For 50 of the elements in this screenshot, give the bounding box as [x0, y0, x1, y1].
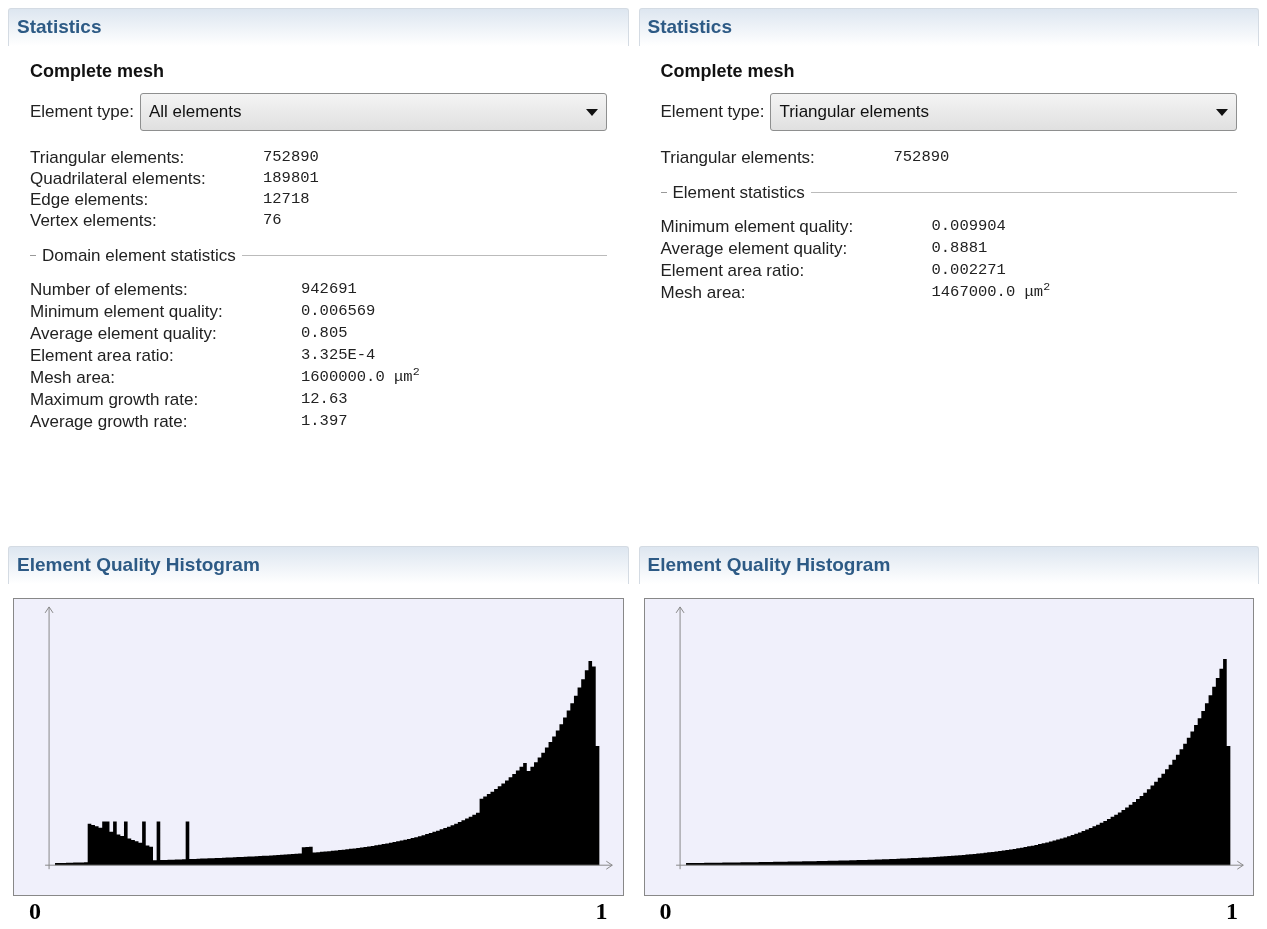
stat-value: 0.8881 [931, 237, 988, 259]
mesh-title: Complete mesh [30, 60, 166, 83]
axis-max-label: 1 [1226, 897, 1238, 926]
axis-max-label: 1 [595, 897, 608, 926]
mesh-title: Complete mesh [660, 60, 796, 83]
element-type-label: Element type: [660, 101, 765, 124]
stat-value: 1.397 [301, 410, 348, 432]
group-title: Element statistics [672, 182, 805, 204]
stat-label: Triangular elements: [660, 147, 816, 168]
stat-label: Triangular elements: [30, 147, 186, 168]
stat-value: 942691 [301, 278, 357, 300]
stat-label: Element area ratio: [660, 259, 806, 281]
stat-label: Maximum growth rate: [30, 388, 200, 410]
axis-min-label: 0 [659, 897, 672, 926]
axis-min-label: 0 [29, 897, 41, 926]
stat-value: 0.009904 [931, 215, 1006, 237]
element-type-label: Element type: [30, 101, 134, 124]
stat-label: Average element quality: [30, 322, 218, 344]
section-title: Statistics [647, 15, 732, 40]
stat-value: 189801 [263, 168, 319, 189]
stat-label: Vertex elements: [30, 210, 158, 231]
section-title: Element Quality Histogram [17, 553, 260, 578]
stat-label: Element area ratio: [30, 344, 175, 366]
stat-label: Edge elements: [30, 189, 150, 210]
stat-value: 1467000.0 μm$^{2}$ [931, 281, 1051, 303]
group-title: Domain element statistics [42, 245, 236, 267]
stat-label: Minimum element quality: [30, 300, 224, 322]
stat-label: Mesh area: [30, 366, 117, 388]
stat-value: 752890 [263, 147, 319, 168]
dropdown-caret-icon [1216, 108, 1228, 116]
stat-value: 76 [263, 210, 282, 231]
stat-label: Average growth rate: [30, 410, 189, 432]
section-title: Statistics [17, 15, 102, 40]
dropdown-caret-icon [585, 108, 598, 116]
element-type-dropdown[interactable]: Triangular elements [770, 93, 1237, 131]
stat-label: Minimum element quality: [660, 215, 855, 237]
stat-label: Average element quality: [660, 237, 849, 259]
stat-label: Number of elements: [30, 278, 189, 300]
stat-label: Mesh area: [660, 281, 747, 303]
stat-value: 12718 [263, 189, 310, 210]
section-title: Element Quality Histogram [647, 553, 891, 578]
stat-value: 3.325E-4 [301, 344, 376, 366]
stat-label: Quadrilateral elements: [30, 168, 207, 189]
stat-value: 1600000.0 μm$^{2}$ [301, 366, 420, 388]
stat-value: 0.002271 [931, 259, 1006, 281]
stat-value: 752890 [893, 147, 950, 168]
element-type-dropdown[interactable]: All elements [139, 93, 607, 131]
stat-value: 0.805 [301, 322, 348, 344]
stat-value: 0.006569 [301, 300, 376, 322]
stat-value: 12.63 [301, 388, 348, 410]
